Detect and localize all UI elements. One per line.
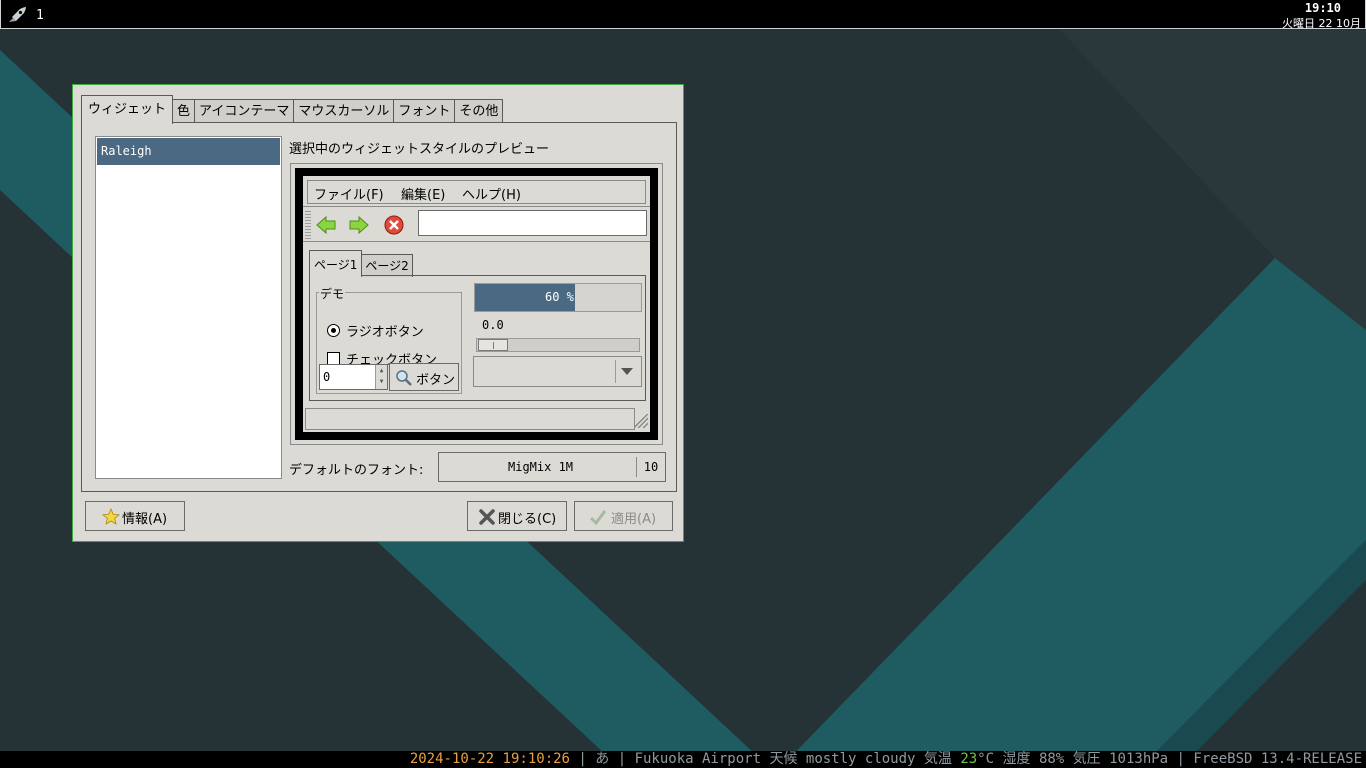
tab-mouse-cursor[interactable]: マウスカーソル xyxy=(293,99,395,124)
combo-box[interactable] xyxy=(473,356,642,387)
status-datetime: 2024-10-22 19:10:26 xyxy=(409,751,570,767)
about-button[interactable]: 情報(A) xyxy=(85,501,185,531)
check-icon xyxy=(589,510,607,526)
status-location: Fukuoka Airport xyxy=(634,751,762,767)
font-picker-button[interactable]: MigMix 1M 10 xyxy=(438,452,666,482)
preview-label: 選択中のウィジェットスタイルのプレビュー xyxy=(289,142,550,157)
preview-border: ファイル(F) 編集(E) ヘルプ(H) ページ1 ページ2 ラジオボタン チェ… xyxy=(295,168,658,440)
apply-button-label: 適用(A) xyxy=(611,512,657,527)
tab-bar: ウィジェット 色 アイコンテーマ マウスカーソル フォント その他 xyxy=(81,95,504,124)
demo-frame: ラジオボタン チェックボタン 0 ▲ ▼ ボタン xyxy=(316,292,462,394)
clock-time: 19:10 xyxy=(1304,1,1341,15)
demo-button[interactable]: ボタン xyxy=(389,363,459,391)
clock-date: 火曜日 22 10月 xyxy=(1282,17,1361,28)
tab-color[interactable]: 色 xyxy=(172,99,196,124)
font-name: MigMix 1M xyxy=(508,460,574,474)
status-temp-label: 気温 xyxy=(923,751,952,767)
preview-tab-bar: ページ1 ページ2 xyxy=(309,250,413,277)
status-temp-unit: °C xyxy=(977,751,995,767)
menu-edit[interactable]: 編集(E) xyxy=(401,184,445,203)
widget-tab-panel: Raleigh 選択中のウィジェットスタイルのプレビュー ファイル(F) 編集(… xyxy=(81,122,677,492)
about-button-label: 情報(A) xyxy=(122,512,168,527)
chevron-down-icon[interactable] xyxy=(615,360,638,383)
stop-icon[interactable] xyxy=(383,214,405,236)
close-button[interactable]: 閉じる(C) xyxy=(467,501,567,531)
theme-list[interactable]: Raleigh xyxy=(95,136,282,479)
rocket-icon[interactable] xyxy=(7,6,27,24)
close-button-label: 閉じる(C) xyxy=(498,512,557,527)
close-icon xyxy=(479,509,495,525)
toolbar-grip[interactable] xyxy=(305,209,311,239)
top-panel: 1 19:10 火曜日 22 10月 xyxy=(0,0,1366,29)
star-icon xyxy=(102,508,120,525)
preview-tab-panel: ラジオボタン チェックボタン 0 ▲ ▼ ボタン デモ 60 % 0.0 xyxy=(309,275,646,401)
tab-widget[interactable]: ウィジェット xyxy=(81,95,174,124)
status-weather: mostly cloudy xyxy=(805,751,916,767)
scale-slider[interactable] xyxy=(476,338,640,352)
menu-file[interactable]: ファイル(F) xyxy=(314,184,384,203)
forward-arrow-icon[interactable] xyxy=(348,214,370,236)
status-text: 2024-10-22 19:10:26 | あ | Fukuoka Airpor… xyxy=(409,751,1362,767)
apply-button[interactable]: 適用(A) xyxy=(574,501,673,531)
spin-arrows[interactable]: ▲ ▼ xyxy=(375,365,387,389)
preview-menubar: ファイル(F) 編集(E) ヘルプ(H) xyxy=(307,180,646,204)
resize-grip-icon[interactable] xyxy=(634,414,648,428)
back-arrow-icon[interactable] xyxy=(315,214,337,236)
preview-window: ファイル(F) 編集(E) ヘルプ(H) ページ1 ページ2 ラジオボタン チェ… xyxy=(303,176,650,432)
theme-list-item-raleigh[interactable]: Raleigh xyxy=(97,138,280,165)
status-pressure-label: 気圧 xyxy=(1072,751,1101,767)
status-temp-value: 23 xyxy=(960,751,978,767)
radio-label: ラジオボタン xyxy=(346,325,424,340)
status-bar: 2024-10-22 19:10:26 | あ | Fukuoka Airpor… xyxy=(0,751,1366,768)
magnifier-icon xyxy=(396,370,412,386)
status-ime: あ xyxy=(595,751,610,767)
appearance-dialog: ウィジェット 色 アイコンテーマ マウスカーソル フォント その他 Raleig… xyxy=(72,84,684,542)
progress-label: 60 % xyxy=(545,290,574,304)
font-size: 10 xyxy=(636,457,665,477)
status-humidity-label: 湿度 xyxy=(1002,751,1031,767)
preview-tab-page2[interactable]: ページ2 xyxy=(361,254,413,277)
default-font-label: デフォルトのフォント: xyxy=(289,463,424,478)
status-pressure: 1013hPa xyxy=(1109,751,1169,767)
slider-handle[interactable] xyxy=(478,339,508,351)
spin-value: 0 xyxy=(323,370,331,384)
preview-toolbar xyxy=(303,206,650,242)
spin-button[interactable]: 0 ▲ ▼ xyxy=(319,364,388,390)
tab-other[interactable]: その他 xyxy=(454,99,504,124)
radio-indicator xyxy=(327,324,340,337)
radio-button[interactable]: ラジオボタン xyxy=(327,321,424,340)
status-os: FreeBSD 13.4-RELEASE xyxy=(1193,751,1362,767)
tab-icon-theme[interactable]: アイコンテーマ xyxy=(194,99,295,124)
menu-help[interactable]: ヘルプ(H) xyxy=(462,184,521,203)
workspace-number[interactable]: 1 xyxy=(36,8,44,23)
tab-font[interactable]: フォント xyxy=(393,99,456,124)
status-weather-label: 天候 xyxy=(769,751,798,767)
status-humidity: 88% xyxy=(1038,751,1065,767)
scale-value: 0.0 xyxy=(482,318,504,332)
progress-bar: 60 % xyxy=(474,283,642,312)
demo-frame-title: デモ xyxy=(319,285,346,302)
demo-button-label: ボタン xyxy=(416,373,456,388)
preview-text-entry[interactable] xyxy=(418,210,647,236)
preview-tab-page1[interactable]: ページ1 xyxy=(309,250,363,277)
preview-frame: ファイル(F) 編集(E) ヘルプ(H) ページ1 ページ2 ラジオボタン チェ… xyxy=(290,163,663,445)
preview-statusbar xyxy=(305,408,635,430)
